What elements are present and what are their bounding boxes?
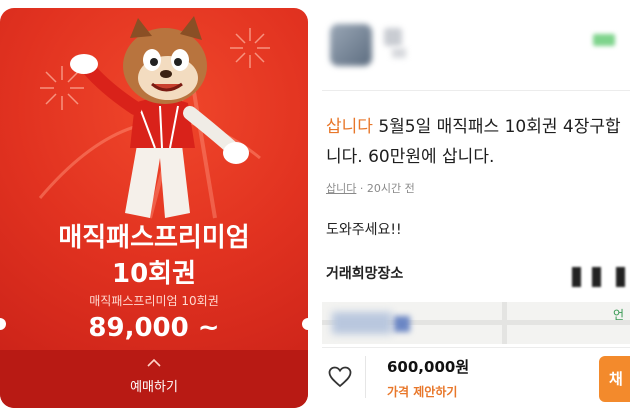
ticket-title-line2: 10회권 — [111, 259, 197, 289]
chevron-up-icon — [147, 358, 161, 367]
post-meta: 삽니다 · 20시간 전 — [326, 180, 415, 196]
heart-icon[interactable] — [328, 366, 352, 388]
footer-separator — [365, 356, 366, 398]
trade-place-blurred-1 — [572, 267, 581, 287]
footer-divider — [322, 347, 630, 348]
post-title: 삽니다 5월5일 매직패스 10회권 4장구합니다. 60만원에 삽니다. — [326, 112, 626, 172]
seller-location-blurred — [392, 48, 406, 58]
mascot-illustration — [38, 16, 270, 219]
trade-place-label: 거래희망장소 — [326, 266, 404, 282]
price-offer-link[interactable]: 가격 제안하기 — [387, 383, 457, 400]
chat-button[interactable]: 채 — [599, 356, 630, 402]
map-road — [502, 302, 507, 344]
map-area-blurred — [332, 312, 392, 334]
seller-name-blurred — [384, 28, 402, 46]
trade-place-blurred-3 — [616, 267, 625, 287]
ticket-card[interactable]: 매직패스프리미엄 10회권 매직패스프리미엄 10회권 89,000 ~ 예매하… — [0, 8, 308, 408]
post-time: · 20시간 전 — [356, 182, 415, 195]
ticket-title-line1: 매직패스프리미엄 — [58, 223, 250, 253]
seller-avatar[interactable] — [330, 24, 372, 66]
header-divider — [322, 90, 630, 91]
ticket-price: 89,000 ~ — [88, 313, 220, 343]
ticket-notch-right — [302, 318, 308, 330]
book-button-label: 예매하기 — [130, 380, 178, 395]
trade-place-map[interactable]: 언 — [322, 302, 630, 344]
manner-temperature-blurred — [593, 34, 615, 46]
map-label: 언 — [612, 308, 624, 322]
listing-price: 600,000원 — [387, 358, 470, 376]
map-pin-blurred — [394, 316, 410, 332]
post-category-link[interactable]: 삽니다 — [326, 182, 356, 195]
ticket-subtitle: 매직패스프리미엄 10회권 — [89, 294, 219, 308]
book-button[interactable]: 예매하기 — [0, 350, 308, 408]
post-category-tag: 삽니다 — [326, 117, 373, 137]
post-body: 도와주세요!! — [326, 222, 402, 238]
trade-place-blurred-2 — [592, 267, 601, 287]
